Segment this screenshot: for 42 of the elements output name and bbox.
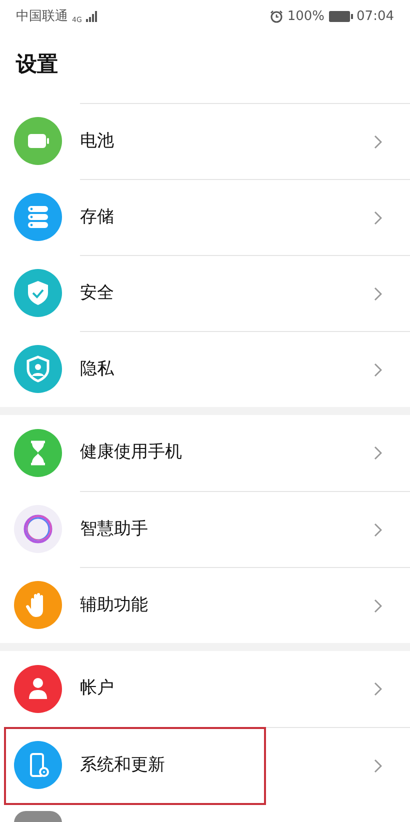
item-label: 系统和更新 — [80, 754, 165, 777]
item-label: 安全 — [80, 282, 114, 305]
battery-icon — [14, 117, 62, 165]
item-label: 电池 — [80, 130, 114, 153]
item-label: 辅助功能 — [80, 594, 148, 617]
page-title: 设置 — [16, 52, 58, 76]
signal-icon — [86, 11, 98, 22]
item-label: 帐户 — [80, 677, 114, 700]
item-label: 隐私 — [80, 358, 114, 381]
storage-icon — [14, 193, 62, 241]
settings-item[interactable]: 电池 — [0, 103, 410, 179]
settings-item[interactable]: 系统和更新 — [0, 727, 410, 803]
battery-percent: 100% — [287, 8, 325, 26]
chevron-icon — [374, 522, 382, 536]
settings-item[interactable]: 帐户 — [0, 651, 410, 727]
chevron-icon — [374, 210, 382, 224]
carrier-name: 中国联通 — [16, 8, 68, 26]
partial-item-icon — [14, 811, 62, 822]
shield-check-icon — [14, 269, 62, 317]
item-label: 智慧助手 — [80, 518, 148, 541]
settings-item[interactable]: 智慧助手 — [0, 491, 410, 567]
shield-user-icon — [14, 345, 62, 393]
settings-item[interactable]: 存储 — [0, 179, 410, 255]
ring-icon — [14, 505, 62, 553]
phone-gear-icon — [14, 741, 62, 789]
item-label: 存储 — [80, 206, 114, 229]
chevron-icon — [374, 446, 382, 460]
settings-item[interactable]: 安全 — [0, 255, 410, 331]
chevron-icon — [374, 134, 382, 148]
hand-icon — [14, 581, 62, 629]
clock-time: 07:04 — [356, 8, 394, 26]
chevron-icon — [374, 598, 382, 612]
settings-item[interactable]: 健康使用手机 — [0, 415, 410, 491]
chevron-icon — [374, 758, 382, 772]
person-icon — [14, 665, 62, 713]
chevron-icon — [374, 286, 382, 300]
item-label: 健康使用手机 — [80, 441, 182, 464]
chevron-icon — [374, 682, 382, 696]
battery-icon — [328, 11, 353, 22]
chevron-icon — [374, 362, 382, 376]
alarm-icon — [270, 10, 284, 23]
hourglass-icon — [14, 429, 62, 477]
